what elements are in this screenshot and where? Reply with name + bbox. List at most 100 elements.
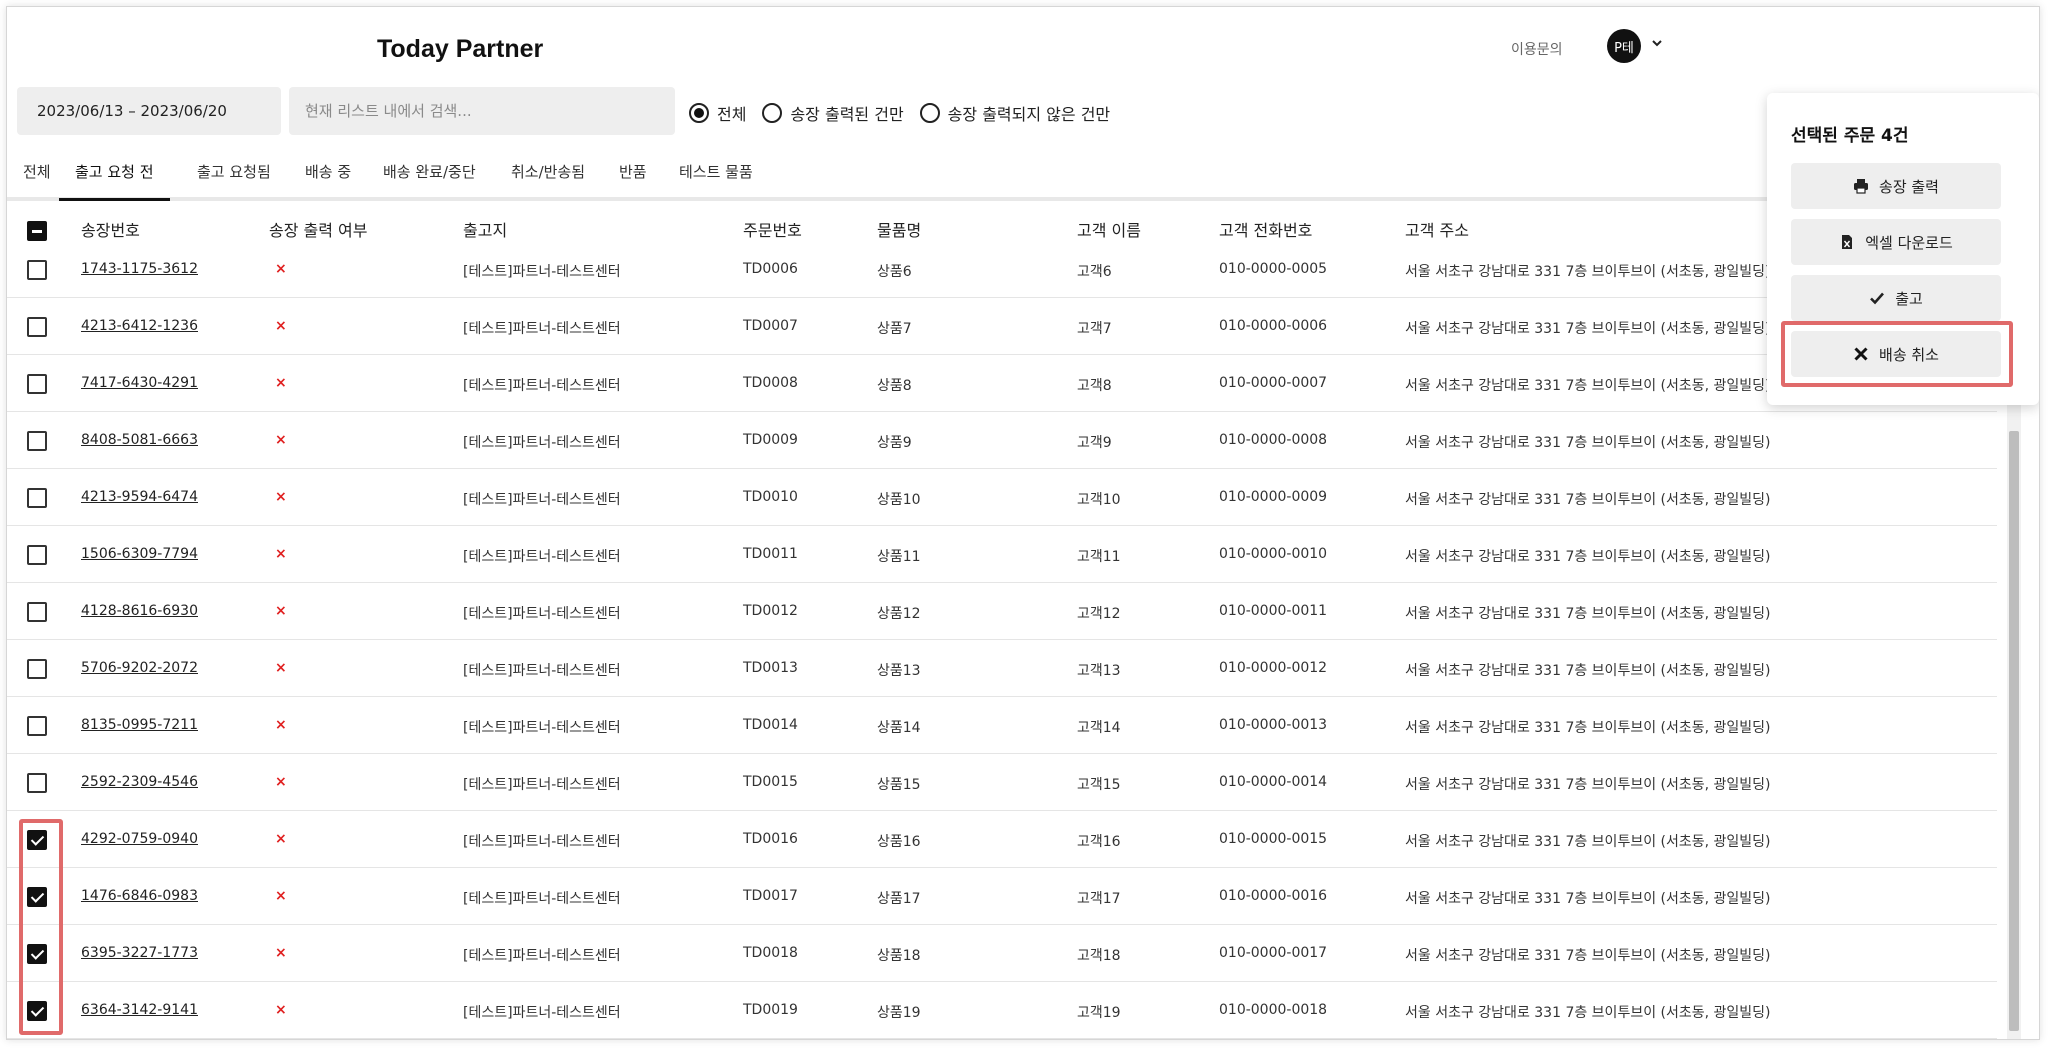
scrollbar-thumb[interactable] (2009, 431, 2019, 1031)
invoice-link[interactable]: 4213-6412-1236 (81, 318, 198, 334)
invoice-link[interactable]: 2592-2309-4546 (81, 774, 198, 790)
tab-return[interactable]: 반품 (619, 155, 647, 201)
customer-phone-cell: 010-0000-0012 (1219, 660, 1328, 676)
row-checkbox[interactable] (27, 602, 47, 622)
chevron-down-icon[interactable] (1651, 37, 1663, 53)
customer-name-cell: 고객17 (1077, 891, 1121, 907)
table-row[interactable]: 1743-1175-3612 × [테스트]파트너-테스트센터 TD0006 상품6 고객… (7, 241, 1997, 298)
table-row[interactable]: 1506-6309-7794 × [테스트]파트너-테스트센터 TD0011 상품11 고… (7, 526, 1997, 583)
customer-address-cell: 서울 서초구 강남대로 331 7층 브이투브이 (서초동, 광일빌딩) (1405, 378, 1771, 394)
app-window: Today Partner 이용문의 P테 2023/06/13 – 2023/… (6, 6, 2040, 1040)
table-header: 송장번호 송장 출력 여부 출고지 주문번호 물품명 고객 이름 고객 전화번호… (7, 205, 1997, 241)
customer-address-cell: 서울 서초구 강남대로 331 7층 브이투브이 (서초동, 광일빌딩) (1405, 720, 1771, 736)
customer-phone-cell: 010-0000-0005 (1219, 261, 1328, 277)
status-tabs: 전체 출고 요청 전 출고 요청됨 배송 중 배송 완료/중단 취소/반송됨 반… (7, 155, 2039, 201)
table-row[interactable]: 7417-6430-4291 × [테스트]파트너-테스트센터 TD0008 상품8 고객… (7, 355, 1997, 412)
customer-address-cell: 서울 서초구 강남대로 331 7층 브이투브이 (서초동, 광일빌딩) (1405, 606, 1771, 622)
invoice-link[interactable]: 8408-5081-6663 (81, 432, 198, 448)
customer-phone-cell: 010-0000-0008 (1219, 432, 1328, 448)
table-row[interactable]: 4292-0759-0940 × [테스트]파트너-테스트센터 TD0016 상품16 고… (7, 811, 1997, 868)
customer-name-cell: 고객14 (1077, 720, 1121, 736)
order-number-cell: TD0014 (743, 717, 798, 733)
invoice-link[interactable]: 4128-8616-6930 (81, 603, 198, 619)
filter-bar: 2023/06/13 – 2023/06/20 전체 송장 출력된 건만 송장 … (7, 87, 2039, 137)
row-checkbox[interactable] (27, 488, 47, 508)
table-row[interactable]: 2592-2309-4546 × [테스트]파트너-테스트센터 TD0015 상품15 고… (7, 754, 1997, 811)
radio-printed[interactable]: 송장 출력된 건만 (762, 101, 904, 125)
row-checkbox[interactable] (27, 659, 47, 679)
ship-button[interactable]: 출고 (1791, 275, 2001, 321)
col-customer-phone[interactable]: 고객 전화번호 (1219, 217, 1312, 241)
inquiry-link[interactable]: 이용문의 (1511, 39, 1563, 59)
printed-status-x: × (275, 660, 287, 676)
app-logo[interactable]: Today Partner (377, 35, 543, 64)
table-row[interactable]: 4128-8616-6930 × [테스트]파트너-테스트센터 TD0012 상품12 고… (7, 583, 1997, 640)
row-checkbox[interactable] (27, 773, 47, 793)
invoice-link[interactable]: 7417-6430-4291 (81, 375, 198, 391)
printed-status-x: × (275, 489, 287, 505)
invoice-link[interactable]: 6395-3227-1773 (81, 945, 198, 961)
table-row[interactable]: 5706-9202-2072 × [테스트]파트너-테스트센터 TD0013 상품13 고… (7, 640, 1997, 697)
table-row[interactable]: 4213-9594-6474 × [테스트]파트너-테스트센터 TD0010 상품10 고… (7, 469, 1997, 526)
invoice-link[interactable]: 1476-6846-0983 (81, 888, 198, 904)
table-row[interactable]: 8135-0995-7211 × [테스트]파트너-테스트센터 TD0014 상품14 고… (7, 697, 1997, 754)
origin-cell: [테스트]파트너-테스트센터 (463, 834, 621, 850)
invoice-link[interactable]: 8135-0995-7211 (81, 717, 198, 733)
invoice-link[interactable]: 1506-6309-7794 (81, 546, 198, 562)
radio-all[interactable]: 전체 (689, 101, 746, 125)
radio-not-printed[interactable]: 송장 출력되지 않은 건만 (919, 101, 1110, 125)
invoice-link[interactable]: 4213-9594-6474 (81, 489, 198, 505)
selection-action-panel: 선택된 주문 4건 송장 출력 엑셀 다운로드 출고 배송 취소 (1767, 93, 2039, 405)
col-customer-address[interactable]: 고객 주소 (1405, 217, 1469, 241)
tab-in-delivery[interactable]: 배송 중 (305, 155, 351, 201)
row-checkbox[interactable] (27, 431, 47, 451)
table-row[interactable]: 6364-3142-9141 × [테스트]파트너-테스트센터 TD0019 상품19 고… (7, 982, 1997, 1039)
customer-phone-cell: 010-0000-0015 (1219, 831, 1328, 847)
invoice-link[interactable]: 4292-0759-0940 (81, 831, 198, 847)
radio-not-printed-dot[interactable] (919, 103, 940, 123)
avatar[interactable]: P테 (1607, 29, 1641, 63)
col-item-name[interactable]: 물품명 (877, 217, 921, 241)
tab-before-shipping-request[interactable]: 출고 요청 전 (59, 155, 170, 201)
tab-shipping-requested[interactable]: 출고 요청됨 (197, 155, 271, 201)
order-number-cell: TD0013 (743, 660, 798, 676)
invoice-link[interactable]: 1743-1175-3612 (81, 261, 198, 277)
invoice-link[interactable]: 5706-9202-2072 (81, 660, 198, 676)
col-customer-name[interactable]: 고객 이름 (1077, 217, 1141, 241)
table-row[interactable]: 1476-6846-0983 × [테스트]파트너-테스트센터 TD0017 상품17 고… (7, 868, 1997, 925)
select-all-checkbox[interactable] (27, 221, 47, 241)
origin-cell: [테스트]파트너-테스트센터 (463, 606, 621, 622)
order-number-cell: TD0016 (743, 831, 798, 847)
row-checkbox[interactable] (27, 545, 47, 565)
printed-status-x: × (275, 1002, 287, 1018)
col-invoice[interactable]: 송장번호 (81, 217, 140, 241)
col-printed[interactable]: 송장 출력 여부 (269, 217, 368, 241)
radio-all-dot[interactable] (689, 103, 709, 123)
row-checkbox[interactable] (27, 716, 47, 736)
table-row[interactable]: 4213-6412-1236 × [테스트]파트너-테스트센터 TD0007 상품7 고객… (7, 298, 1997, 355)
ship-label: 출고 (1895, 289, 1923, 308)
printed-status-x: × (275, 945, 287, 961)
tab-all[interactable]: 전체 (23, 155, 51, 201)
table-row[interactable]: 6395-3227-1773 × [테스트]파트너-테스트센터 TD0018 상품18 고… (7, 925, 1997, 982)
print-invoice-button[interactable]: 송장 출력 (1791, 163, 2001, 209)
table-row[interactable]: 8408-5081-6663 × [테스트]파트너-테스트센터 TD0009 상품9 고객… (7, 412, 1997, 469)
radio-printed-dot[interactable] (762, 103, 783, 123)
origin-cell: [테스트]파트너-테스트센터 (463, 378, 621, 394)
row-checkbox[interactable] (27, 260, 47, 280)
tab-test-items[interactable]: 테스트 물품 (679, 155, 753, 201)
col-order-number[interactable]: 주문번호 (743, 217, 802, 241)
tab-delivered-stopped[interactable]: 배송 완료/중단 (383, 155, 476, 201)
printed-status-x: × (275, 318, 287, 334)
row-checkbox[interactable] (27, 317, 47, 337)
close-icon (1853, 346, 1869, 362)
invoice-link[interactable]: 6364-3142-9141 (81, 1002, 198, 1018)
tab-cancelled-returned[interactable]: 취소/반송됨 (511, 155, 585, 201)
excel-download-button[interactable]: 엑셀 다운로드 (1791, 219, 2001, 265)
date-range-picker[interactable]: 2023/06/13 – 2023/06/20 (17, 87, 281, 135)
cancel-delivery-button[interactable]: 배송 취소 (1791, 331, 2001, 377)
row-checkbox[interactable] (27, 374, 47, 394)
customer-phone-cell: 010-0000-0009 (1219, 489, 1328, 505)
col-origin[interactable]: 출고지 (463, 217, 507, 241)
search-input[interactable] (289, 87, 675, 135)
